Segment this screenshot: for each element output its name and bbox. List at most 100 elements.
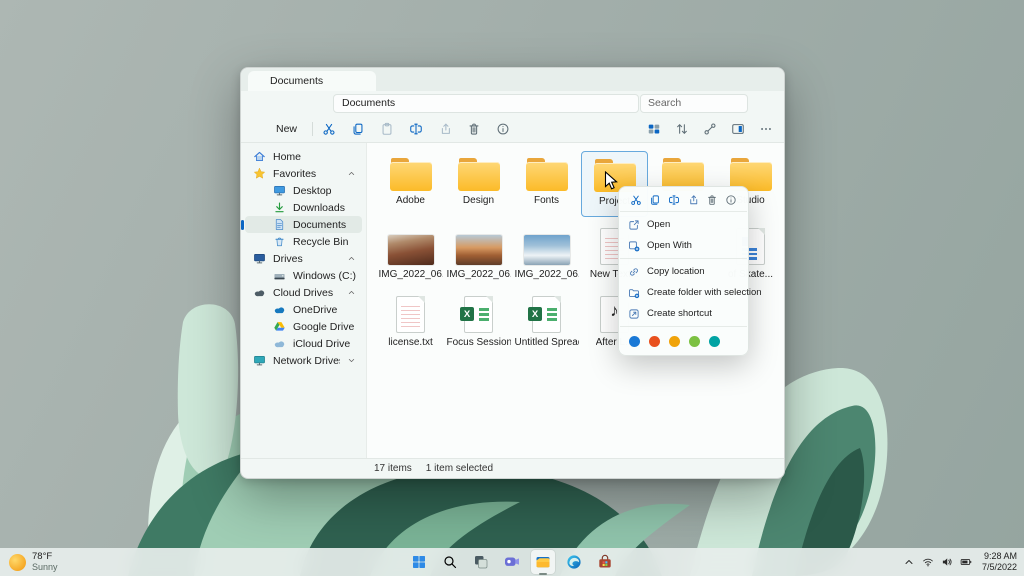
- taskbar-explorer-button[interactable]: [531, 550, 555, 574]
- taskbar-edge-icon: [566, 554, 582, 570]
- menu-item-create-folder-with-selection[interactable]: Create folder with selection: [619, 282, 748, 303]
- tag-color-dot[interactable]: [629, 336, 640, 347]
- file-tile[interactable]: IMG_2022_06...: [445, 225, 512, 291]
- minimize-icon: [710, 74, 721, 85]
- tray-volume-icon[interactable]: [941, 556, 953, 568]
- sidebar-item-onedrive[interactable]: OneDrive: [245, 301, 362, 318]
- menu-item-create-shortcut[interactable]: Create shortcut: [619, 303, 748, 324]
- tag-color-dot[interactable]: [669, 336, 680, 347]
- menu-item-label: Open: [647, 219, 670, 230]
- delete-button[interactable]: [466, 121, 482, 137]
- sidebar-item-favorites[interactable]: Favorites: [245, 165, 362, 182]
- tab-documents[interactable]: Documents: [248, 71, 376, 91]
- cut-button[interactable]: [629, 193, 642, 206]
- search-input[interactable]: Search: [640, 94, 748, 113]
- tag-color-dot[interactable]: [689, 336, 700, 347]
- sidebar-item-documents[interactable]: Documents: [245, 216, 362, 233]
- cloud-light-icon: [273, 337, 286, 350]
- chevron-down-icon[interactable]: [621, 99, 630, 108]
- sidebar-item-home[interactable]: Home: [245, 148, 362, 165]
- cut-button[interactable]: [321, 121, 337, 137]
- back-icon: [254, 97, 267, 110]
- menu-item-open[interactable]: Open: [619, 214, 748, 235]
- info-button[interactable]: [725, 193, 738, 206]
- minimize-button[interactable]: [702, 68, 728, 91]
- address-bar[interactable]: Documents: [333, 94, 639, 113]
- sidebar-item-desktop[interactable]: Desktop: [245, 182, 362, 199]
- tab-close-icon[interactable]: [359, 76, 370, 87]
- layout-button[interactable]: [646, 121, 662, 137]
- menu-item-label: Copy location: [647, 266, 705, 277]
- file-tile[interactable]: Fonts: [513, 151, 580, 217]
- file-tile[interactable]: IMG_2022_06...: [513, 225, 580, 291]
- cut-icon: [322, 122, 336, 136]
- menu-divider: [620, 211, 747, 212]
- more-button[interactable]: [758, 121, 774, 137]
- menu-item-open-with[interactable]: Open With: [619, 235, 748, 256]
- status-bar: 17 items 1 item selected: [241, 458, 784, 478]
- sidebar-item-label: Home: [273, 151, 301, 163]
- file-tile[interactable]: IMG_2022_06...: [377, 225, 444, 291]
- file-tile[interactable]: Adobe: [377, 151, 444, 217]
- up-button[interactable]: [289, 94, 308, 112]
- rename-button[interactable]: [667, 193, 680, 206]
- sidebar-item-network-drives[interactable]: Network Drives: [245, 352, 362, 369]
- rename-button[interactable]: [408, 121, 424, 137]
- sidebar-item-drives[interactable]: Drives: [245, 250, 362, 267]
- taskbar-chat-button[interactable]: [500, 550, 524, 574]
- refresh-button[interactable]: [308, 94, 327, 112]
- recycle-icon: [273, 235, 286, 248]
- file-tile[interactable]: license.txt: [377, 293, 444, 359]
- forward-button[interactable]: [270, 94, 289, 112]
- share-button[interactable]: [687, 193, 700, 206]
- sidebar-item-windows-c[interactable]: Windows (C:): [245, 267, 362, 284]
- titlebar[interactable]: Documents: [241, 68, 784, 91]
- file-tile[interactable]: XFocus Sessions: [445, 293, 512, 359]
- folder-icon: [390, 158, 432, 191]
- taskbar-search-button[interactable]: [438, 550, 462, 574]
- taskbar-clock[interactable]: 9:28 AM7/5/2022: [982, 551, 1017, 573]
- file-tile[interactable]: Design: [445, 151, 512, 217]
- paste-button[interactable]: [379, 121, 395, 137]
- maximize-button[interactable]: [728, 68, 754, 91]
- group-button[interactable]: [702, 121, 718, 137]
- share-button[interactable]: [437, 121, 453, 137]
- delete-button[interactable]: [706, 193, 719, 206]
- taskbar-start-button[interactable]: [407, 550, 431, 574]
- sort-button[interactable]: [674, 121, 690, 137]
- settings-button[interactable]: [756, 94, 774, 112]
- sidebar-item-recycle-bin[interactable]: Recycle Bin: [245, 233, 362, 250]
- sidebar-item-icloud-drive[interactable]: iCloud Drive: [245, 335, 362, 352]
- pane-icon: [731, 122, 745, 136]
- tag-color-dot[interactable]: [709, 336, 720, 347]
- taskbar-edge-button[interactable]: [562, 550, 586, 574]
- file-tile[interactable]: XUntitled Spreads...: [513, 293, 580, 359]
- taskbar: 78°F Sunny 9:28 AM7/5/2022: [0, 548, 1024, 576]
- copy-button[interactable]: [350, 121, 366, 137]
- tray-chevron-up-icon[interactable]: [903, 556, 915, 568]
- close-button[interactable]: [754, 68, 780, 91]
- sidebar-item-google-drive[interactable]: Google Drive: [245, 318, 362, 335]
- tag-color-dot[interactable]: [649, 336, 660, 347]
- menu-item-label: Open With: [647, 240, 692, 251]
- file-label: IMG_2022_06...: [515, 269, 579, 280]
- weather-widget[interactable]: 78°F Sunny: [9, 548, 58, 576]
- shortcut-icon: [628, 308, 640, 320]
- sidebar-item-downloads[interactable]: Downloads: [245, 199, 362, 216]
- tray-wifi-icon[interactable]: [922, 556, 934, 568]
- taskbar-chat-icon: [504, 554, 520, 570]
- info-button[interactable]: [495, 121, 511, 137]
- breadcrumb[interactable]: Documents: [342, 97, 395, 109]
- menu-item-copy-location[interactable]: Copy location: [619, 261, 748, 282]
- new-button[interactable]: New: [251, 119, 304, 138]
- new-tab-button[interactable]: [376, 71, 396, 91]
- context-quick-actions: [619, 189, 748, 209]
- copy-button[interactable]: [648, 193, 661, 206]
- pane-button[interactable]: [730, 121, 746, 137]
- back-button[interactable]: [251, 94, 270, 112]
- taskbar-store-button[interactable]: [593, 550, 617, 574]
- tray-battery-icon[interactable]: [960, 556, 972, 568]
- file-label: Untitled Spreads...: [515, 337, 579, 348]
- sidebar-item-cloud-drives[interactable]: Cloud Drives: [245, 284, 362, 301]
- taskbar-taskview-button[interactable]: [469, 550, 493, 574]
